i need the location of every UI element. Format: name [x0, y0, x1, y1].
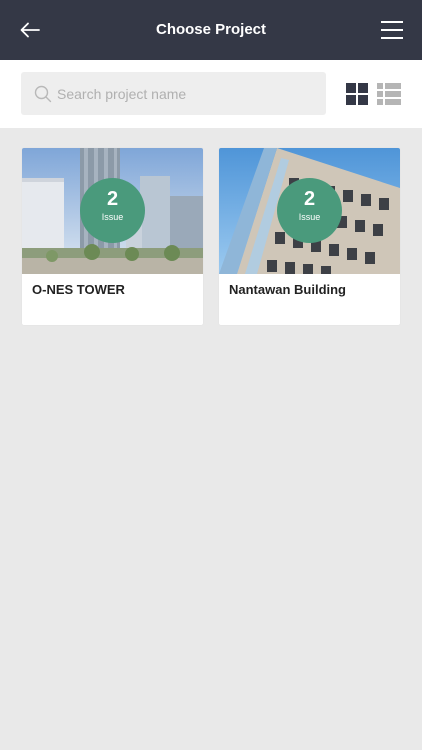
grid-view-button[interactable]: [346, 83, 368, 105]
issue-count: 2: [303, 188, 316, 210]
issue-label: Issue: [298, 212, 321, 222]
list-view-icon: [377, 83, 401, 105]
issue-count: 2: [106, 188, 119, 210]
issue-badge: 2 Issue: [80, 178, 145, 243]
project-image: 2 Issue: [22, 148, 203, 274]
issue-badge: 2 Issue: [277, 178, 342, 243]
project-image: 2 Issue: [219, 148, 400, 274]
search-icon: [34, 85, 52, 103]
search-bar-area: [0, 60, 422, 128]
top-app-bar: Choose Project: [0, 0, 422, 60]
page-title: Choose Project: [155, 21, 267, 38]
list-view-button[interactable]: [377, 83, 401, 105]
project-name: O-NES TOWER: [32, 282, 125, 297]
app-root: Choose Project Search project name 2 Iss…: [0, 0, 422, 750]
issue-label: Issue: [101, 212, 124, 222]
arrow-left-icon: [20, 22, 40, 38]
project-card-nantawan-building[interactable]: 2 Issue Nantawan Building: [219, 148, 400, 325]
search-input[interactable]: [57, 72, 319, 115]
search-box[interactable]: [21, 72, 326, 115]
grid-view-icon: [346, 83, 368, 105]
hamburger-menu-icon: [381, 21, 403, 39]
project-name: Nantawan Building: [229, 282, 346, 297]
menu-button[interactable]: [372, 14, 412, 46]
back-button[interactable]: [12, 14, 48, 46]
project-card-o-nes-tower[interactable]: 2 Issue O-NES TOWER: [22, 148, 203, 325]
